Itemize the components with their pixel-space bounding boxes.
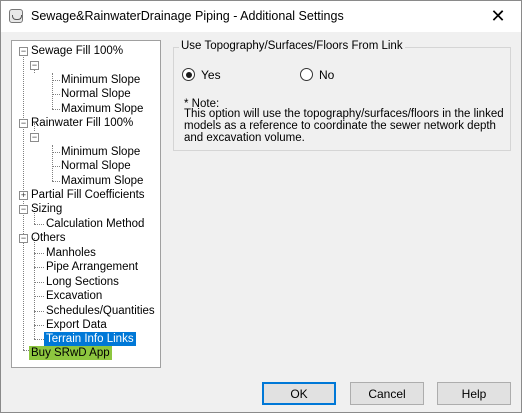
help-button[interactable]: Help — [437, 382, 511, 405]
tree-line — [52, 94, 60, 95]
tree-line — [52, 166, 60, 167]
tree-node-others[interactable]: Others — [31, 231, 66, 245]
tree-line — [52, 152, 60, 153]
expand-partial-fill-icon[interactable]: + — [19, 191, 28, 200]
tree-node-rain-min-slope[interactable]: Minimum Slope — [61, 145, 140, 159]
close-icon[interactable]: ✕ — [475, 1, 521, 32]
tree-line — [34, 325, 44, 326]
tree-line — [52, 80, 60, 81]
tree-node-rain-max-slope[interactable]: Maximum Slope — [61, 174, 143, 188]
tree-node-export-data[interactable]: Export Data — [46, 318, 107, 332]
tree-line — [34, 267, 44, 268]
tree-node-sizing[interactable]: Sizing — [31, 202, 62, 216]
tree-node-sewage-fill[interactable]: Sewage Fill 100% — [31, 44, 123, 58]
collapse-sizing-icon[interactable]: − — [19, 205, 28, 214]
tree-node-terrain-info-links[interactable]: Terrain Info Links — [44, 332, 136, 346]
note-text: This option will use the topography/surf… — [184, 108, 504, 144]
tree-line — [52, 109, 60, 110]
collapse-others-icon[interactable]: − — [19, 234, 28, 243]
tree-node-sewage-max-slope[interactable]: Maximum Slope — [61, 102, 143, 116]
tree-node-manholes[interactable]: Manholes — [46, 246, 96, 260]
tree-line — [34, 224, 44, 225]
tree-node-pipe-arrangement[interactable]: Pipe Arrangement — [46, 260, 138, 274]
tree-line — [52, 145, 53, 181]
tree-node-sewage-min-slope[interactable]: Minimum Slope — [61, 73, 140, 87]
ok-button[interactable]: OK — [262, 382, 336, 405]
collapse-rainwater-sub-icon[interactable]: − — [30, 133, 39, 142]
tree-node-partial-fill[interactable]: Partial Fill Coefficients — [31, 188, 145, 202]
tree-node-buy-app[interactable]: Buy SRwD App — [29, 346, 112, 360]
collapse-sewage-sub-icon[interactable]: − — [30, 61, 39, 70]
app-icon — [9, 9, 23, 23]
tree-node-rainwater-fill[interactable]: Rainwater Fill 100% — [31, 116, 133, 130]
settings-tree[interactable]: − Sewage Fill 100% − Minimum Slope Norma… — [11, 40, 161, 368]
collapse-rainwater-icon[interactable]: − — [19, 119, 28, 128]
tree-line — [23, 53, 24, 350]
tree-line — [34, 253, 44, 254]
tree-line — [34, 282, 44, 283]
tree-node-excavation[interactable]: Excavation — [46, 289, 102, 303]
tree-line — [34, 311, 44, 312]
tree-node-schedules-quantities[interactable]: Schedules/Quantities — [46, 304, 155, 318]
groupbox-title: Use Topography/Surfaces/Floors From Link — [179, 40, 405, 52]
yes-radio-label[interactable]: Yes — [201, 68, 221, 82]
tree-line — [52, 73, 53, 109]
tree-line — [34, 296, 44, 297]
cancel-button[interactable]: Cancel — [350, 382, 424, 405]
tree-line — [52, 181, 60, 182]
tree-node-long-sections[interactable]: Long Sections — [46, 275, 119, 289]
window-title: Sewage&RainwaterDrainage Piping - Additi… — [31, 9, 344, 23]
yes-radio[interactable] — [182, 68, 195, 81]
tree-node-rain-normal-slope[interactable]: Normal Slope — [61, 159, 131, 173]
no-radio[interactable] — [300, 68, 313, 81]
no-radio-label[interactable]: No — [319, 68, 334, 82]
tree-node-calculation-method[interactable]: Calculation Method — [46, 217, 144, 231]
tree-node-sewage-normal-slope[interactable]: Normal Slope — [61, 87, 131, 101]
title-bar[interactable]: Sewage&RainwaterDrainage Piping - Additi… — [1, 1, 521, 32]
collapse-sewage-icon[interactable]: − — [19, 47, 28, 56]
tree-line — [34, 339, 44, 340]
